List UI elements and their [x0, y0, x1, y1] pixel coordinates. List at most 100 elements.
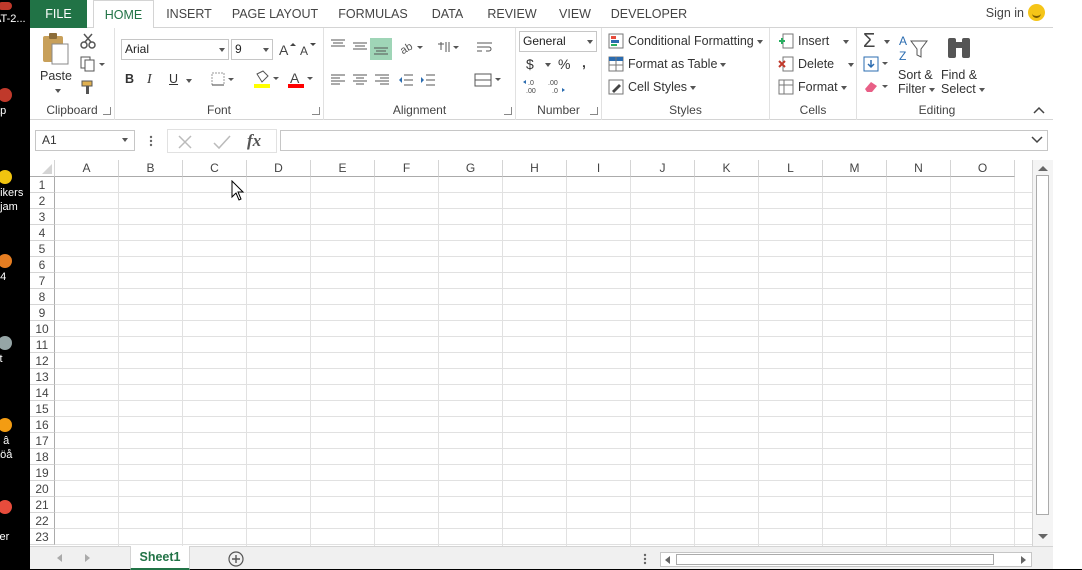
row-header[interactable]: 11 — [30, 337, 55, 353]
collapse-ribbon-icon[interactable] — [1033, 106, 1045, 114]
column-header[interactable]: D — [247, 160, 311, 177]
copy-icon[interactable] — [80, 56, 106, 72]
row-header[interactable]: 15 — [30, 401, 55, 417]
align-middle-icon[interactable] — [352, 38, 368, 54]
format-button[interactable]: Format — [798, 80, 847, 94]
formula-input[interactable] — [280, 130, 1048, 151]
row-header[interactable]: 13 — [30, 369, 55, 385]
cancel-icon[interactable] — [177, 134, 193, 150]
cut-icon[interactable] — [80, 33, 96, 49]
row-header[interactable]: 5 — [30, 241, 55, 257]
select-all-corner[interactable] — [30, 160, 55, 177]
autosum-dropdown[interactable] — [884, 40, 890, 44]
name-box[interactable]: A1 — [35, 130, 135, 151]
currency-button[interactable]: $ — [526, 56, 534, 72]
font-color-icon[interactable]: A — [287, 70, 313, 90]
row-header[interactable]: 6 — [30, 257, 55, 273]
clear-icon[interactable] — [863, 79, 889, 95]
row-header[interactable]: 16 — [30, 417, 55, 433]
horizontal-scrollbar[interactable] — [660, 552, 1032, 567]
tab-review[interactable]: REVIEW — [482, 0, 542, 28]
worksheet-grid[interactable]: ABCDEFGHIJKLMNO 1 2 3 4 5 6 7 8 9 10 11 12 13 14 15 16 1… — [30, 160, 1032, 546]
sign-in-link[interactable]: Sign in — [986, 4, 1045, 22]
merge-center-icon[interactable] — [474, 72, 502, 88]
row-header[interactable]: 4 — [30, 225, 55, 241]
more-dots-icon[interactable] — [643, 553, 647, 565]
row-header[interactable]: 9 — [30, 305, 55, 321]
align-center-icon[interactable] — [352, 72, 368, 88]
underline-button[interactable]: U — [169, 72, 178, 86]
find-select-button[interactable]: Find & Select — [941, 68, 985, 96]
row-header[interactable]: 2 — [30, 193, 55, 209]
desktop-icon[interactable]: AT-2... — [0, 2, 30, 26]
enter-icon[interactable] — [213, 134, 231, 150]
shrink-font-icon[interactable]: A — [299, 41, 317, 57]
border-icon[interactable] — [211, 72, 235, 88]
font-size-select[interactable]: 9 — [231, 39, 273, 60]
column-header[interactable]: L — [759, 160, 823, 177]
cell-area[interactable] — [55, 177, 1032, 546]
sort-filter-button[interactable]: Sort & Filter — [898, 68, 935, 96]
more-dots-icon[interactable] — [149, 135, 153, 147]
font-name-select[interactable]: Arial — [121, 39, 229, 60]
row-header[interactable]: 20 — [30, 481, 55, 497]
align-bottom-icon[interactable] — [370, 38, 392, 60]
column-header[interactable]: M — [823, 160, 887, 177]
row-header[interactable]: 12 — [30, 353, 55, 369]
bold-button[interactable]: B — [125, 72, 134, 86]
desktop-icon[interactable]: st — [0, 336, 30, 366]
italic-button[interactable]: I — [147, 72, 152, 88]
row-header[interactable]: 21 — [30, 497, 55, 513]
decrease-indent-icon[interactable] — [398, 72, 414, 88]
align-left-icon[interactable] — [330, 72, 346, 88]
row-header[interactable]: 22 — [30, 513, 55, 529]
number-launcher-icon[interactable] — [590, 107, 598, 115]
wrap-text-icon[interactable] — [476, 40, 494, 56]
insert-function-button[interactable]: fx — [247, 131, 261, 151]
column-header[interactable]: J — [631, 160, 695, 177]
column-header[interactable]: E — [311, 160, 375, 177]
column-header[interactable]: G — [439, 160, 503, 177]
row-header[interactable]: 10 — [30, 321, 55, 337]
number-format-select[interactable]: General — [519, 31, 597, 52]
column-header[interactable]: A — [55, 160, 119, 177]
row-header[interactable]: 7 — [30, 273, 55, 289]
increase-indent-icon[interactable] — [420, 72, 436, 88]
alignment-launcher-icon[interactable] — [504, 107, 512, 115]
align-top-icon[interactable] — [330, 38, 346, 54]
row-header[interactable]: 17 — [30, 433, 55, 449]
column-header[interactable]: B — [119, 160, 183, 177]
format-as-table-button[interactable]: Format as Table — [628, 57, 727, 71]
column-header[interactable]: F — [375, 160, 439, 177]
format-painter-icon[interactable] — [80, 79, 96, 95]
next-sheet-icon[interactable] — [85, 554, 91, 562]
comma-button[interactable]: ‚ — [582, 54, 586, 70]
insert-button[interactable]: Insert — [798, 34, 850, 48]
vertical-scrollbar[interactable] — [1032, 160, 1053, 546]
tab-page-layout[interactable]: PAGE LAYOUT — [229, 0, 321, 28]
scroll-right-icon[interactable] — [1021, 556, 1027, 564]
align-right-icon[interactable] — [374, 72, 390, 88]
desktop-icon[interactable]: 24 — [0, 254, 30, 284]
tab-view[interactable]: VIEW — [554, 0, 596, 28]
tab-developer[interactable]: DEVELOPER — [608, 0, 690, 28]
increase-decimal-icon[interactable]: .0.00 — [522, 78, 542, 94]
autosum-button[interactable]: Σ — [863, 30, 875, 53]
font-launcher-icon[interactable] — [312, 107, 320, 115]
underline-dropdown[interactable] — [186, 79, 192, 83]
desktop-icon[interactable]: e âåöå — [0, 418, 30, 462]
desktop-icon[interactable]: Likers4jam — [0, 170, 30, 214]
clipboard-launcher-icon[interactable] — [103, 107, 111, 115]
tab-home[interactable]: HOME — [93, 0, 154, 29]
row-header[interactable]: 1 — [30, 177, 55, 193]
column-header[interactable]: H — [503, 160, 567, 177]
paste-dropdown[interactable] — [55, 89, 61, 93]
currency-dropdown[interactable] — [545, 63, 551, 67]
orientation-icon[interactable]: ab — [400, 40, 424, 56]
grow-font-icon[interactable]: A — [278, 41, 296, 57]
percent-button[interactable]: % — [558, 56, 570, 72]
fill-icon[interactable] — [863, 56, 889, 72]
tab-file[interactable]: FILE — [30, 0, 87, 28]
row-header[interactable]: 8 — [30, 289, 55, 305]
column-header[interactable]: N — [887, 160, 951, 177]
